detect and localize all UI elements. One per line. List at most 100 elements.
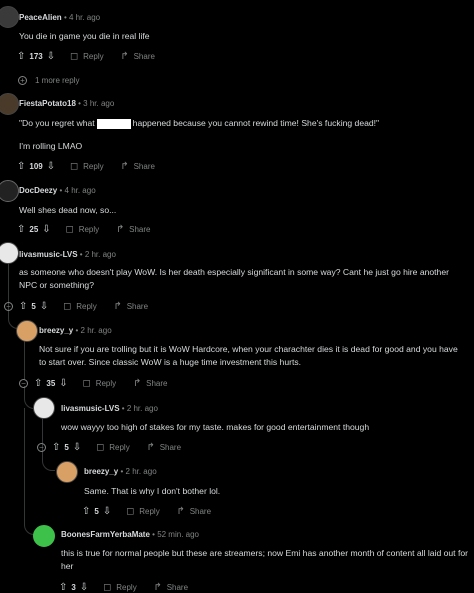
speech-bubble-icon: ◻ — [63, 300, 72, 312]
arrow-up-icon[interactable]: ⇧ — [17, 51, 25, 62]
timestamp: 3 hr. ago — [83, 99, 115, 108]
username[interactable]: FiestaPotato18 — [19, 99, 76, 108]
avatar[interactable] — [0, 180, 19, 202]
speech-bubble-icon: ◻ — [65, 223, 74, 235]
reply-button[interactable]: ◻ Reply — [65, 223, 100, 235]
reply-button[interactable]: ◻ Reply — [69, 50, 104, 62]
arrow-down-icon[interactable]: ⇩ — [103, 506, 111, 517]
speech-bubble-icon: ◻ — [103, 581, 112, 593]
share-arrow-icon: ↱ — [113, 300, 122, 312]
comment-header: BoonesFarmYerbaMate • 52 min. ago — [61, 530, 199, 539]
reply-button[interactable]: ◻ Reply — [125, 506, 160, 517]
avatar[interactable] — [33, 397, 55, 419]
reply-button[interactable]: ◻ Reply — [95, 441, 130, 453]
speech-bubble-icon: ◻ — [69, 160, 79, 172]
share-button[interactable]: ↱ Share — [176, 506, 211, 517]
share-button[interactable]: ↱ Share — [120, 160, 155, 172]
comment-actions: ⇧ 25 ⇩ ◻ Reply ↱ Share — [17, 224, 167, 235]
reply-button[interactable]: ◻ Reply — [82, 377, 117, 389]
comment-header: breezy_y • 2 hr. ago — [84, 467, 157, 476]
minus-circle-icon[interactable]: − — [37, 443, 46, 452]
vote-count: 3 — [71, 583, 76, 592]
thread-line — [8, 262, 9, 302]
share-button[interactable]: ↱ Share — [113, 300, 148, 312]
username[interactable]: DocDeezy — [19, 186, 57, 195]
arrow-up-icon[interactable]: ⇧ — [17, 224, 25, 235]
share-button[interactable]: ↱ Share — [115, 223, 151, 235]
plus-circle-icon: + — [18, 76, 27, 85]
timestamp: 2 hr. ago — [84, 250, 116, 259]
arrow-down-icon[interactable]: ⇩ — [47, 161, 55, 172]
reply-button[interactable]: ◻ Reply — [62, 300, 97, 312]
comment-header: livasmusic-LVS • 2 hr. ago — [61, 404, 158, 413]
arrow-up-icon[interactable]: ⇧ — [59, 582, 67, 593]
comment-text: Same. That is why I don't bother lol. — [84, 486, 221, 496]
username[interactable]: livasmusic-LVS — [61, 404, 120, 413]
vote-count: 35 — [46, 379, 56, 388]
vote-count: 25 — [29, 225, 39, 234]
minus-circle-icon[interactable]: − — [19, 379, 28, 388]
avatar[interactable] — [33, 525, 55, 547]
comment-text: this is true for normal people but these… — [61, 548, 468, 571]
minus-circle-icon[interactable]: − — [4, 302, 13, 311]
avatar[interactable] — [56, 461, 78, 483]
share-arrow-icon: ↱ — [120, 160, 129, 172]
vote-count: 5 — [94, 507, 99, 516]
reply-button[interactable]: ◻ Reply — [69, 160, 104, 172]
arrow-up-icon[interactable]: ⇧ — [19, 301, 27, 312]
share-button[interactable]: ↱ Share — [146, 441, 181, 453]
comment-text: Well shes dead now, so... — [19, 205, 117, 215]
timestamp: 4 hr. ago — [68, 13, 101, 22]
timestamp: 2 hr. ago — [126, 404, 158, 413]
avatar[interactable] — [0, 93, 19, 115]
username[interactable]: breezy_y — [39, 326, 73, 335]
speech-bubble-icon: ◻ — [69, 50, 79, 62]
share-button[interactable]: ↱ Share — [120, 50, 155, 62]
arrow-down-icon[interactable]: ⇩ — [73, 442, 81, 453]
arrow-down-icon[interactable]: ⇩ — [59, 378, 67, 389]
username[interactable]: BoonesFarmYerbaMate — [61, 530, 150, 539]
comment-actions: ⇧ 5 ⇩ ◻ Reply ↱ Share — [82, 506, 227, 517]
comment-header: PeaceAlien • 4 hr. ago — [19, 13, 101, 22]
share-button[interactable]: ↱ Share — [153, 581, 188, 593]
username[interactable]: livasmusic-LVS — [19, 250, 78, 259]
comment-text: Not sure if you are trolling but it is W… — [39, 344, 458, 367]
comment-header: FiestaPotato18 • 3 hr. ago — [19, 99, 115, 108]
username[interactable]: breezy_y — [84, 467, 118, 476]
reply-button[interactable]: ◻ Reply — [102, 581, 137, 593]
vote-count: 5 — [64, 443, 69, 452]
share-button[interactable]: ↱ Share — [132, 377, 168, 389]
comment-actions: ⇧ 3 ⇩ ◻ Reply ↱ Share — [59, 582, 204, 593]
arrow-up-icon[interactable]: ⇧ — [82, 506, 90, 517]
arrow-down-icon[interactable]: ⇩ — [40, 301, 48, 312]
speech-bubble-icon: ◻ — [82, 377, 91, 389]
share-arrow-icon: ↱ — [120, 50, 129, 62]
arrow-up-icon[interactable]: ⇧ — [34, 378, 42, 389]
avatar[interactable] — [16, 320, 38, 342]
thread-elbow — [42, 455, 55, 471]
avatar[interactable] — [0, 242, 19, 264]
arrow-up-icon[interactable]: ⇧ — [17, 161, 25, 172]
comment-header: DocDeezy • 4 hr. ago — [19, 186, 96, 195]
avatar[interactable] — [0, 6, 19, 28]
arrow-down-icon[interactable]: ⇩ — [42, 224, 50, 235]
vote-count: 5 — [31, 302, 36, 311]
share-arrow-icon: ↱ — [146, 441, 155, 453]
vote-count: 173 — [29, 52, 43, 61]
comment-header: livasmusic-LVS • 2 hr. ago — [19, 250, 116, 259]
comment-text: You die in game you die in real life — [19, 31, 150, 41]
more-replies-button[interactable]: + 1 more reply — [18, 76, 79, 85]
redaction-box — [96, 118, 131, 129]
comment-actions: − ⇧ 35 ⇩ ◻ Reply ↱ Share — [19, 378, 184, 389]
comment-actions: ⇧ 109 ⇩ ◻ Reply ↱ Share — [17, 161, 171, 172]
comment-header: breezy_y • 2 hr. ago — [39, 326, 112, 335]
share-arrow-icon: ↱ — [115, 223, 125, 235]
speech-bubble-icon: ◻ — [96, 441, 105, 453]
share-arrow-icon: ↱ — [132, 377, 142, 389]
comment-text: I'm rolling LMAO — [19, 141, 83, 151]
arrow-up-icon[interactable]: ⇧ — [52, 442, 60, 453]
arrow-down-icon[interactable]: ⇩ — [47, 51, 55, 62]
arrow-down-icon[interactable]: ⇩ — [80, 582, 88, 593]
username[interactable]: PeaceAlien — [19, 13, 62, 22]
share-arrow-icon: ↱ — [153, 581, 162, 593]
